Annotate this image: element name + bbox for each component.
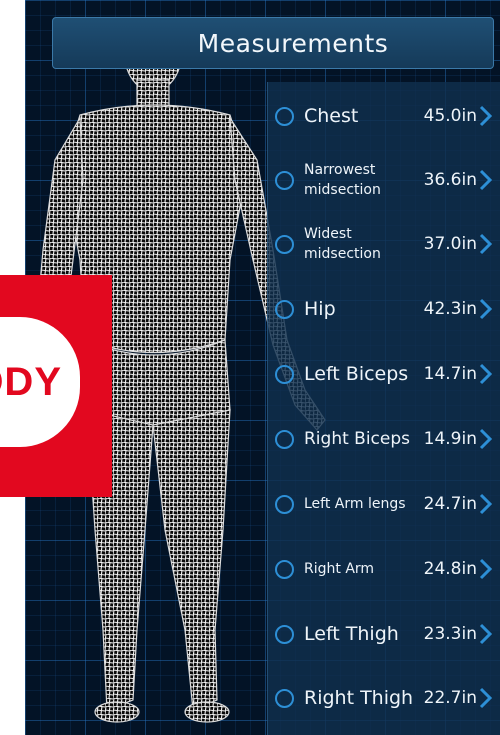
header-bar: Measurements xyxy=(52,17,494,69)
measurement-label-line2: midsection xyxy=(304,182,381,198)
measurement-row-right-arm[interactable]: Right Arm 24.8in xyxy=(268,537,500,601)
measurement-value: 22.7in xyxy=(423,688,477,708)
measurement-value: 24.8in xyxy=(423,559,477,579)
brand-logo-card: ODY xyxy=(0,275,112,497)
measurement-value: 23.3in xyxy=(423,624,477,644)
measurement-label: Widest midsection xyxy=(304,224,381,264)
radio-circle-icon[interactable] xyxy=(275,106,294,126)
measurement-label: Right Thigh xyxy=(304,687,414,709)
radio-circle-icon[interactable] xyxy=(275,688,294,708)
measurement-label-line2: midsection xyxy=(304,246,381,262)
page-title: Measurements xyxy=(197,28,389,58)
radio-circle-icon[interactable] xyxy=(275,234,294,254)
chevron-right-icon[interactable] xyxy=(477,233,495,255)
measurements-list: Chest 45.0in Narrowest midsection 36.6in… xyxy=(267,82,500,735)
measurement-row-left-biceps[interactable]: Left Biceps 14.7in xyxy=(268,342,500,406)
measurement-value: 14.7in xyxy=(423,364,477,384)
radio-circle-icon[interactable] xyxy=(275,299,294,319)
measurement-label: Left Thigh xyxy=(304,623,399,645)
chevron-right-icon[interactable] xyxy=(477,363,495,385)
measurement-label: Left Arm lengs xyxy=(304,496,406,512)
chevron-right-icon[interactable] xyxy=(477,493,495,515)
chevron-right-icon[interactable] xyxy=(477,623,495,645)
measurement-value: 45.0in xyxy=(423,106,477,126)
measurement-label: Right Arm xyxy=(304,561,375,577)
measurement-value: 36.6in xyxy=(423,170,477,190)
radio-circle-icon[interactable] xyxy=(275,364,294,384)
measurement-label: Left Biceps xyxy=(304,363,409,385)
measurement-value: 37.0in xyxy=(423,234,477,254)
radio-circle-icon[interactable] xyxy=(275,494,294,514)
chevron-right-icon[interactable] xyxy=(477,105,495,127)
measurement-value: 42.3in xyxy=(423,299,477,319)
radio-circle-icon[interactable] xyxy=(275,170,294,190)
chevron-right-icon[interactable] xyxy=(477,169,495,191)
measurement-value: 14.9in xyxy=(423,429,477,449)
measurement-row-chest[interactable]: Chest 45.0in xyxy=(268,84,500,148)
chevron-right-icon[interactable] xyxy=(477,687,495,709)
measurement-label: Chest xyxy=(304,105,359,127)
brand-logo-text: ODY xyxy=(0,359,62,404)
radio-circle-icon[interactable] xyxy=(275,559,294,579)
measurement-label-line1: Narrowest xyxy=(304,162,376,178)
chevron-right-icon[interactable] xyxy=(477,558,495,580)
measurement-row-right-thigh[interactable]: Right Thigh 22.7in xyxy=(268,666,500,730)
measurement-label: Hip xyxy=(304,298,336,320)
measurement-row-left-thigh[interactable]: Left Thigh 23.3in xyxy=(268,602,500,666)
measurement-label: Right Biceps xyxy=(304,429,411,449)
radio-circle-icon[interactable] xyxy=(275,624,294,644)
measurement-row-right-biceps[interactable]: Right Biceps 14.9in xyxy=(268,407,500,471)
brand-logo-pill: ODY xyxy=(0,317,80,447)
measurement-row-widest-midsection[interactable]: Widest midsection 37.0in xyxy=(268,212,500,276)
measurement-row-narrowest-midsection[interactable]: Narrowest midsection 36.6in xyxy=(268,148,500,212)
measurement-row-hip[interactable]: Hip 42.3in xyxy=(268,277,500,341)
radio-circle-icon[interactable] xyxy=(275,429,294,449)
measurement-label-line1: Widest xyxy=(304,226,352,242)
measurement-row-left-arm-length[interactable]: Left Arm lengs 24.7in xyxy=(268,472,500,536)
measurement-value: 24.7in xyxy=(423,494,477,514)
chevron-right-icon[interactable] xyxy=(477,428,495,450)
chevron-right-icon[interactable] xyxy=(477,298,495,320)
measurement-label: Narrowest midsection xyxy=(304,160,381,200)
